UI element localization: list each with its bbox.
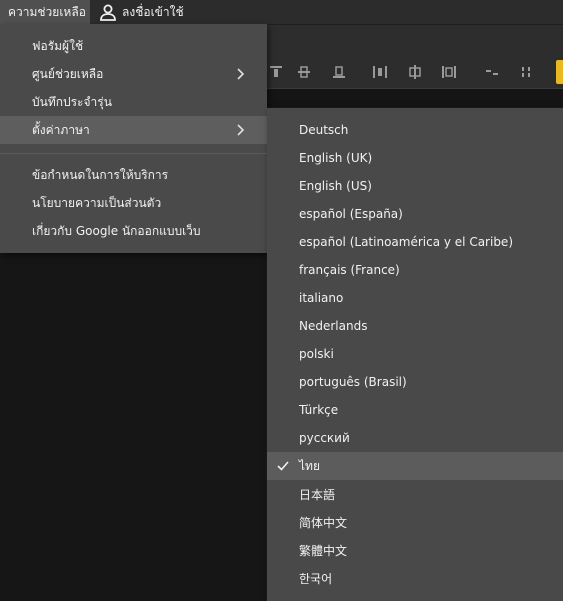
menu-item-label: ตั้งค่าภาษา [32, 123, 90, 137]
checkmark-icon [277, 461, 289, 471]
language-option[interactable]: русский [267, 424, 563, 452]
language-option[interactable]: 한국어 [267, 565, 563, 593]
language-option[interactable]: Türkçe [267, 396, 563, 424]
menu-item-label: ศูนย์ช่วยเหลือ [32, 67, 104, 81]
distribute-horizontal-icon[interactable] [372, 64, 388, 80]
align-middle-icon[interactable] [296, 64, 312, 80]
alignment-toolbar [266, 58, 563, 86]
align-bottom-icon[interactable] [331, 64, 347, 80]
menu-item-user-forum[interactable]: ฟอรัมผู้ใช้ [0, 32, 267, 60]
language-option[interactable]: français (France) [267, 256, 563, 284]
menu-item-help-center[interactable]: ศูนย์ช่วยเหลือ [0, 60, 267, 88]
language-option[interactable]: español (Latinoamérica y el Caribe) [267, 228, 563, 256]
distribute-spacing-icon[interactable] [441, 64, 457, 80]
language-option[interactable]: English (UK) [267, 144, 563, 172]
language-option[interactable]: español (España) [267, 200, 563, 228]
stack-vertical-icon[interactable] [518, 64, 534, 80]
active-tool-indicator[interactable] [556, 60, 563, 84]
language-submenu: Deutsch English (UK) English (US) españo… [267, 108, 563, 601]
language-option[interactable]: 繁體中文 [267, 537, 563, 565]
menu-item-language-settings[interactable]: ตั้งค่าภาษา [0, 116, 267, 144]
menu-separator [0, 153, 267, 154]
menu-item-release-notes[interactable]: บันทึกประจำรุ่น [0, 88, 267, 116]
menu-item-about[interactable]: เกี่ยวกับ Google นักออกแบบเว็บ [0, 217, 267, 245]
chevron-right-icon [237, 124, 245, 136]
menu-item-privacy-policy[interactable]: นโยบายความเป็นส่วนตัว [0, 189, 267, 217]
language-option[interactable]: português (Brasil) [267, 368, 563, 396]
canvas-top-strip [266, 89, 563, 107]
language-option-selected[interactable]: ไทย [267, 452, 563, 480]
help-menu-button[interactable]: ความช่วยเหลือ [0, 0, 90, 24]
language-option[interactable]: Deutsch [267, 116, 563, 144]
menu-item-terms-of-service[interactable]: ข้อกำหนดในการให้บริการ [0, 161, 267, 189]
language-option-label: ไทย [299, 459, 320, 473]
language-option[interactable]: 日本語 [267, 481, 563, 509]
language-option[interactable]: polski [267, 340, 563, 368]
menubar: ความช่วยเหลือ ลงชื่อเข้าใช้ [0, 0, 563, 25]
language-option[interactable]: italiano [267, 284, 563, 312]
distribute-vertical-icon[interactable] [484, 64, 500, 80]
language-option[interactable]: 简体中文 [267, 509, 563, 537]
language-option[interactable]: Nederlands [267, 312, 563, 340]
align-center-horizontal-icon[interactable] [407, 64, 423, 80]
sign-in-button[interactable]: ลงชื่อเข้าใช้ [98, 0, 184, 24]
help-dropdown-menu: ฟอรัมผู้ใช้ ศูนย์ช่วยเหลือ บันทึกประจำรุ… [0, 24, 267, 253]
sign-in-label: ลงชื่อเข้าใช้ [122, 5, 184, 19]
align-top-icon[interactable] [268, 64, 284, 80]
user-icon [98, 2, 118, 22]
chevron-right-icon [237, 68, 245, 80]
language-option[interactable]: English (US) [267, 172, 563, 200]
